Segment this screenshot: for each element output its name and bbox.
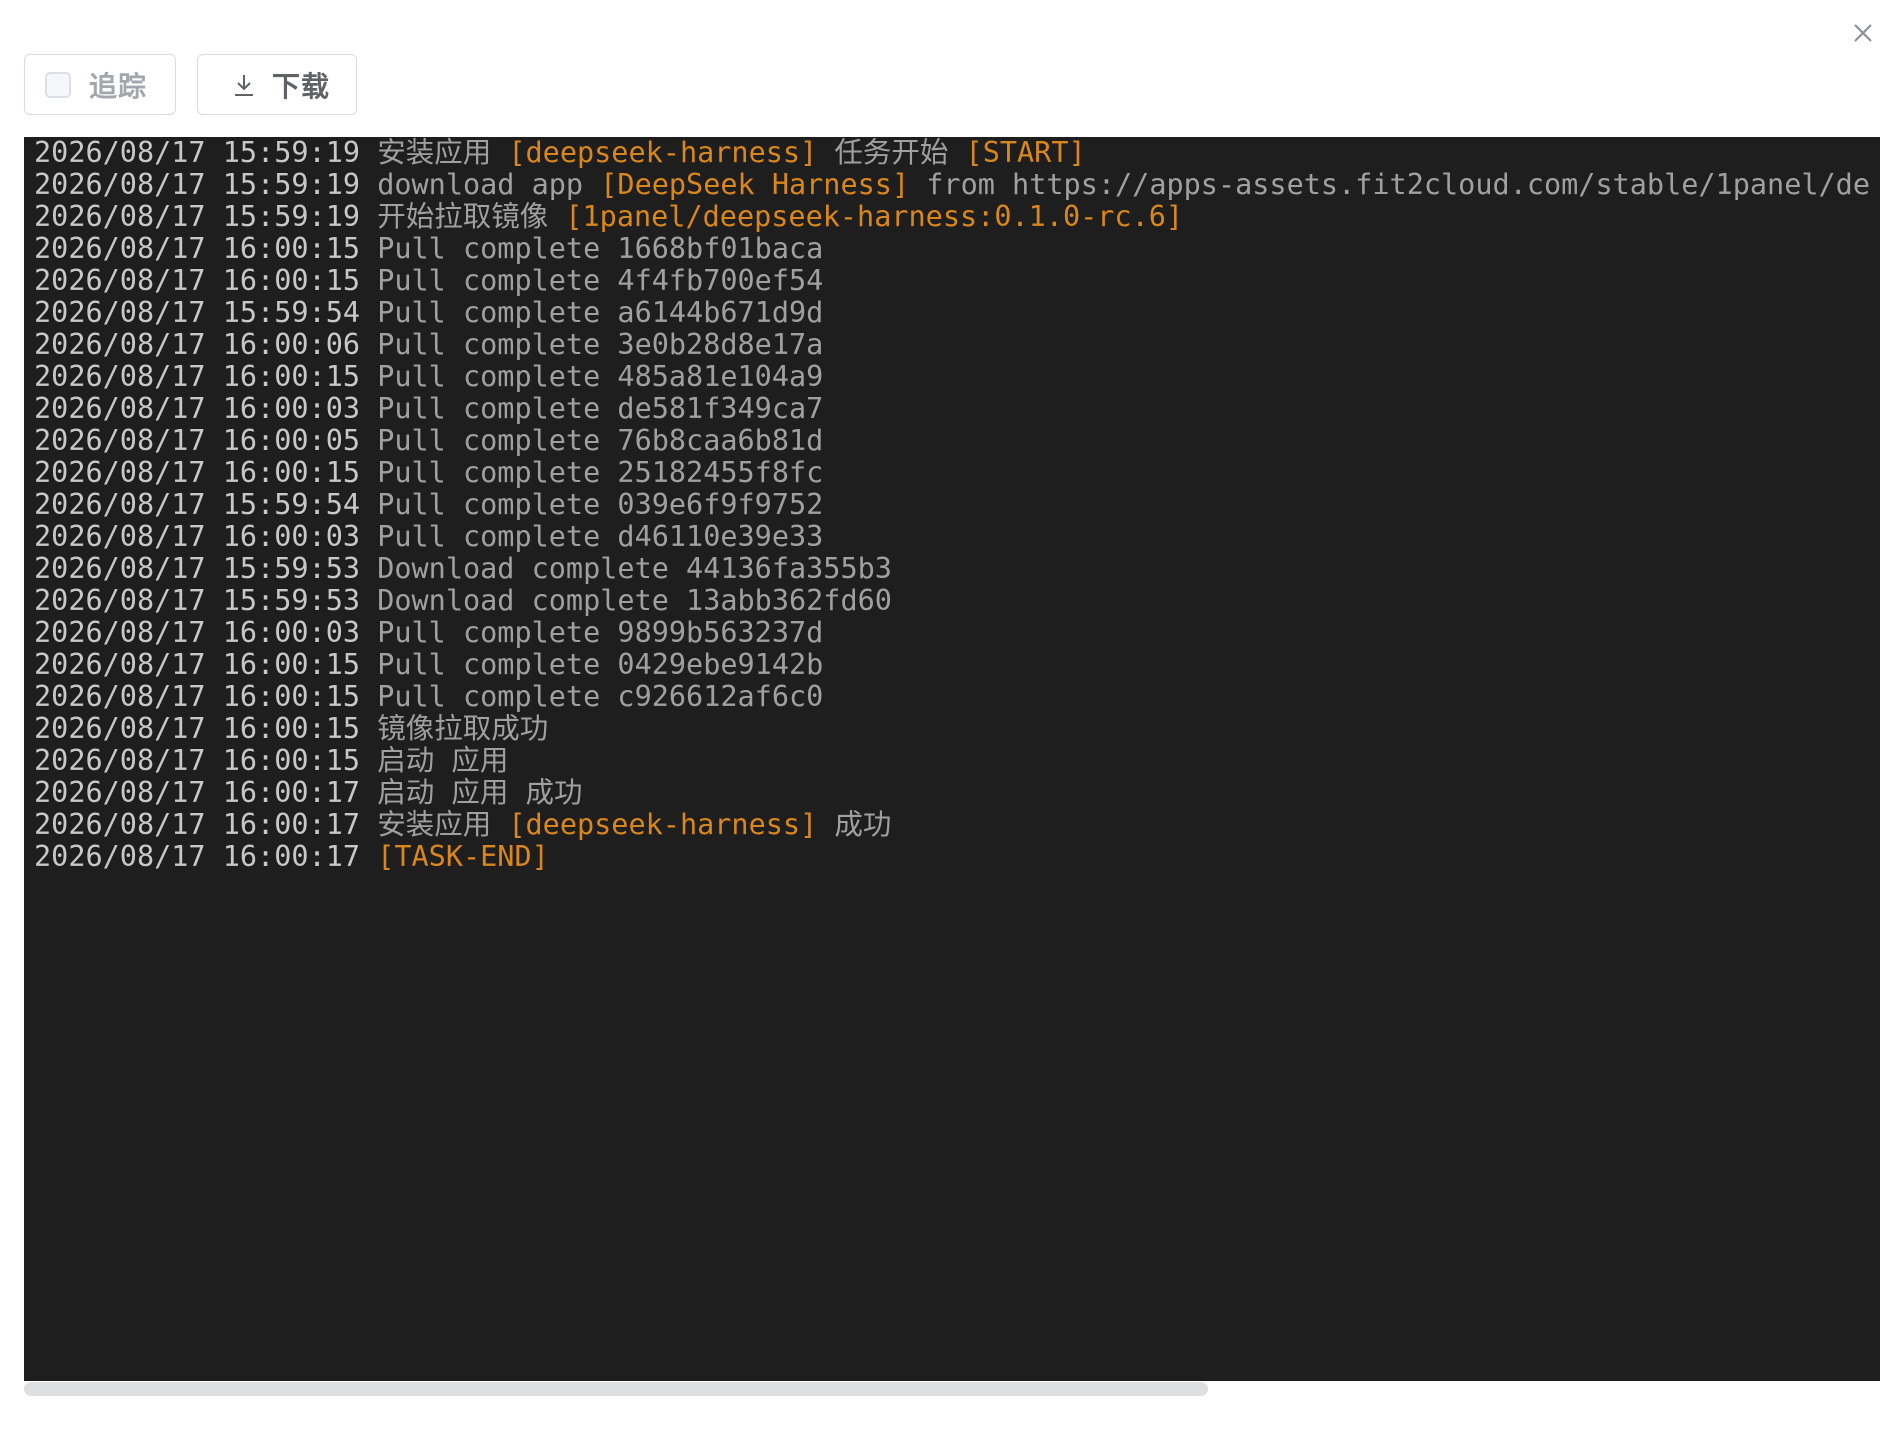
- download-label: 下载: [272, 69, 331, 103]
- log-timestamp: 2026/08/17 16:00:17: [34, 840, 361, 873]
- log-line: 2026/08/17 16:00:03 Pull complete d46110…: [34, 521, 1880, 553]
- download-icon: [235, 74, 253, 96]
- log-text: Pull complete c926612af6c0: [377, 680, 824, 713]
- log-text: 启动 应用: [377, 744, 509, 777]
- log-text: Pull complete d46110e39e33: [377, 520, 824, 553]
- log-text: Pull complete 9899b563237d: [377, 616, 824, 649]
- log-timestamp: 2026/08/17 15:59:53: [34, 584, 361, 617]
- log-timestamp: 2026/08/17 16:00:15: [34, 744, 361, 777]
- log-viewer[interactable]: 2026/08/17 15:59:19 安装应用 [deepseek-harne…: [24, 137, 1880, 1381]
- log-text: Pull complete 0429ebe9142b: [377, 648, 824, 681]
- log-highlight: [1panel/deepseek-harness:0.1.0-rc.6]: [565, 200, 1184, 233]
- log-line: 2026/08/17 15:59:54 Pull complete 039e6f…: [34, 489, 1880, 521]
- log-line: 2026/08/17 16:00:15 Pull complete 251824…: [34, 457, 1880, 489]
- log-timestamp: 2026/08/17 15:59:19: [34, 137, 361, 169]
- log-timestamp: 2026/08/17 15:59:53: [34, 552, 361, 585]
- log-timestamp: 2026/08/17 16:00:15: [34, 648, 361, 681]
- log-timestamp: 2026/08/17 15:59:54: [34, 296, 361, 329]
- log-line: 2026/08/17 16:00:15 Pull complete 485a81…: [34, 361, 1880, 393]
- log-line: 2026/08/17 15:59:19 download app [DeepSe…: [34, 169, 1880, 201]
- log-timestamp: 2026/08/17 15:59:19: [34, 200, 361, 233]
- log-timestamp: 2026/08/17 16:00:17: [34, 808, 361, 841]
- log-timestamp: 2026/08/17 16:00:05: [34, 424, 361, 457]
- log-text: Pull complete 76b8caa6b81d: [377, 424, 824, 457]
- log-text: Pull complete 485a81e104a9: [377, 360, 824, 393]
- log-text: Download complete 44136fa355b3: [377, 552, 892, 585]
- horizontal-scrollbar-thumb[interactable]: [24, 1382, 1208, 1396]
- log-line: 2026/08/17 16:00:15 Pull complete c92661…: [34, 681, 1880, 713]
- log-highlight: [TASK-END]: [377, 840, 549, 873]
- log-timestamp: 2026/08/17 16:00:15: [34, 264, 361, 297]
- log-text: Download complete 13abb362fd60: [377, 584, 892, 617]
- log-timestamp: 2026/08/17 15:59:19: [34, 168, 361, 201]
- log-line: 2026/08/17 16:00:17 启动 应用 成功: [34, 777, 1880, 809]
- log-line: 2026/08/17 16:00:03 Pull complete de581f…: [34, 393, 1880, 425]
- log-timestamp: 2026/08/17 16:00:15: [34, 232, 361, 265]
- log-text: 安装应用: [377, 137, 509, 169]
- log-text: 开始拉取镜像: [377, 200, 566, 233]
- log-line: 2026/08/17 16:00:17 [TASK-END]: [34, 841, 1880, 873]
- close-icon: [1854, 24, 1872, 42]
- log-timestamp: 2026/08/17 16:00:03: [34, 520, 361, 553]
- log-highlight: [deepseek-harness]: [508, 808, 818, 841]
- log-highlight: [DeepSeek Harness]: [600, 168, 910, 201]
- log-lines: 2026/08/17 15:59:19 安装应用 [deepseek-harne…: [24, 137, 1880, 873]
- log-timestamp: 2026/08/17 16:00:15: [34, 680, 361, 713]
- log-line: 2026/08/17 16:00:06 Pull complete 3e0b28…: [34, 329, 1880, 361]
- log-line: 2026/08/17 16:00:03 Pull complete 9899b5…: [34, 617, 1880, 649]
- log-text: Pull complete 3e0b28d8e17a: [377, 328, 824, 361]
- log-timestamp: 2026/08/17 15:59:54: [34, 488, 361, 521]
- download-button[interactable]: 下载: [197, 54, 357, 115]
- log-text: from https://apps-assets.fit2cloud.com/s…: [909, 168, 1870, 201]
- log-line: 2026/08/17 16:00:15 启动 应用: [34, 745, 1880, 777]
- log-text: Pull complete de581f349ca7: [377, 392, 824, 425]
- log-line: 2026/08/17 15:59:19 安装应用 [deepseek-harne…: [34, 137, 1880, 169]
- log-text: Pull complete a6144b671d9d: [377, 296, 824, 329]
- follow-checkbox-button[interactable]: 追踪: [24, 54, 176, 115]
- log-text: Pull complete 4f4fb700ef54: [377, 264, 824, 297]
- log-line: 2026/08/17 15:59:53 Download complete 13…: [34, 585, 1880, 617]
- log-timestamp: 2026/08/17 16:00:15: [34, 712, 361, 745]
- log-highlight: [START]: [965, 137, 1086, 169]
- log-line: 2026/08/17 16:00:15 镜像拉取成功: [34, 713, 1880, 745]
- log-text: 任务开始: [817, 137, 966, 169]
- log-text: download app: [377, 168, 601, 201]
- log-timestamp: 2026/08/17 16:00:03: [34, 616, 361, 649]
- log-line: 2026/08/17 15:59:19 开始拉取镜像 [1panel/deeps…: [34, 201, 1880, 233]
- log-text: Pull complete 1668bf01baca: [377, 232, 824, 265]
- log-highlight: [deepseek-harness]: [508, 137, 818, 169]
- log-text: Pull complete 25182455f8fc: [377, 456, 824, 489]
- log-line: 2026/08/17 15:59:53 Download complete 44…: [34, 553, 1880, 585]
- log-line: 2026/08/17 16:00:15 Pull complete 4f4fb7…: [34, 265, 1880, 297]
- log-timestamp: 2026/08/17 16:00:06: [34, 328, 361, 361]
- log-text: 成功: [817, 808, 892, 841]
- log-line: 2026/08/17 15:59:54 Pull complete a6144b…: [34, 297, 1880, 329]
- task-log-dialog: 追踪 下载 2026/08/17 15:59:19 安装应用 [deepseek…: [0, 0, 1900, 1436]
- log-timestamp: 2026/08/17 16:00:15: [34, 360, 361, 393]
- log-line: 2026/08/17 16:00:15 Pull complete 0429eb…: [34, 649, 1880, 681]
- log-text: Pull complete 039e6f9f9752: [377, 488, 824, 521]
- log-text: 启动 应用 成功: [377, 776, 583, 809]
- follow-checkbox[interactable]: [45, 71, 71, 98]
- log-timestamp: 2026/08/17 16:00:15: [34, 456, 361, 489]
- log-line: 2026/08/17 16:00:05 Pull complete 76b8ca…: [34, 425, 1880, 457]
- follow-label: 追踪: [89, 69, 148, 103]
- log-line: 2026/08/17 16:00:15 Pull complete 1668bf…: [34, 233, 1880, 265]
- log-timestamp: 2026/08/17 16:00:17: [34, 776, 361, 809]
- log-line: 2026/08/17 16:00:17 安装应用 [deepseek-harne…: [34, 809, 1880, 841]
- log-text: 镜像拉取成功: [377, 712, 549, 745]
- log-timestamp: 2026/08/17 16:00:03: [34, 392, 361, 425]
- log-text: 安装应用: [377, 808, 509, 841]
- close-button[interactable]: [1846, 16, 1880, 50]
